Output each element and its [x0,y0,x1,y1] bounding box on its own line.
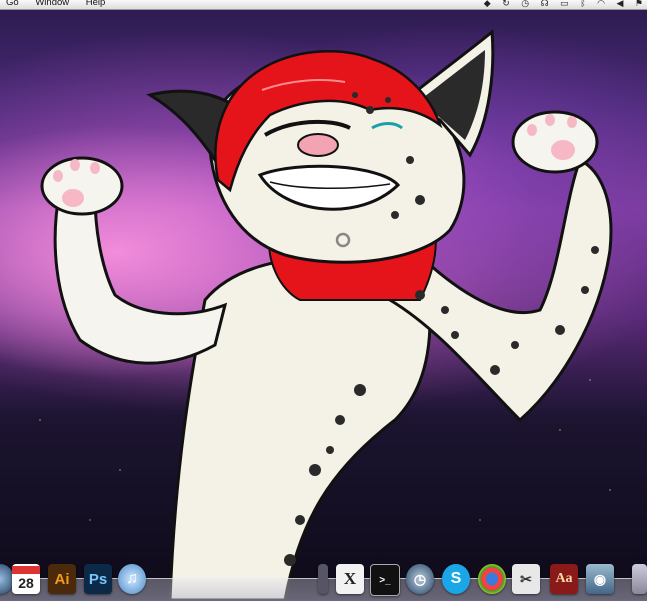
dictionary-label: Aa [555,571,573,586]
snow-leopard-artwork [40,29,613,600]
photoshop-label: Ps [88,570,108,588]
terminal-icon: >_ [379,574,391,586]
dock-skype[interactable]: S [442,564,470,594]
menu-bar: Go Window Help ◆ ↻ ◷ ☊ ▭ ᛒ ◠ ◀ ⚑ [0,0,647,10]
dock-calendar[interactable]: 28 [12,564,40,594]
dock-iphoto[interactable]: ◉ [586,564,614,594]
menu-go[interactable]: Go [6,0,19,8]
dock-terminal[interactable]: >_ [370,564,400,596]
dock-trash[interactable] [632,564,647,594]
music-note-icon: ♫ [126,570,138,587]
calendar-day: 28 [18,575,34,591]
textedit-label: X [343,569,357,588]
menu-window[interactable]: Window [35,0,69,8]
dock-time-machine[interactable]: ◷ [406,564,434,594]
dropbox-icon[interactable]: ◆ [484,0,491,8]
right-paw [511,110,599,174]
clock-face-icon: ◷ [413,570,427,587]
character-left-arm [53,188,228,365]
wifi-icon[interactable]: ◠ [597,0,605,8]
dock-preview[interactable]: ✂ [512,564,540,594]
screen-icon[interactable]: ▭ [560,0,569,8]
dock-separator [318,564,328,594]
nose [297,133,339,157]
illustrator-label: Ai [54,570,70,588]
volume-icon[interactable]: ◀ [616,0,623,8]
dock-chrome[interactable] [478,564,506,594]
dock-textedit[interactable]: X [336,564,364,594]
dock: 28 Ai Ps ♫ X >_ ◷ S ✂ Aa ◉ [0,556,647,601]
bluetooth-icon[interactable]: ᛒ [580,0,585,8]
dock-itunes[interactable]: ♫ [118,564,146,594]
camera-icon: ◉ [593,570,607,587]
skype-icon: S [450,570,462,587]
menu-help[interactable]: Help [86,0,106,8]
sync-icon[interactable]: ↻ [502,0,510,8]
flag-icon[interactable]: ⚑ [635,0,643,8]
left-paw [40,156,124,216]
clock-icon[interactable]: ◷ [521,0,529,8]
dock-photoshop[interactable]: Ps [84,564,112,594]
headphones-icon[interactable]: ☊ [541,0,549,8]
dock-dictionary[interactable]: Aa [550,564,578,594]
dock-illustrator[interactable]: Ai [48,564,76,594]
preview-icon: ✂ [520,570,532,587]
